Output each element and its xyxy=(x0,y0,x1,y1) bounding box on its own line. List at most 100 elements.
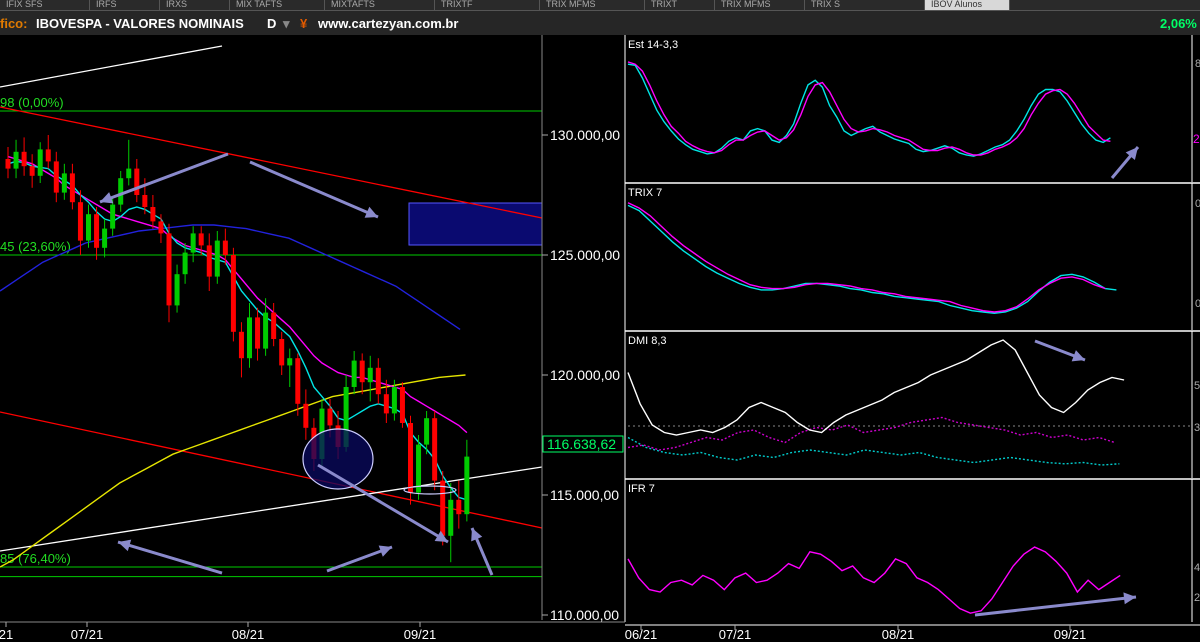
trix-right-tick: 0 xyxy=(1195,198,1200,210)
candle-body xyxy=(464,456,470,515)
candle-body xyxy=(166,233,172,306)
daily-change-value: 2,06% xyxy=(1160,16,1197,31)
time-tick-label-right: 07/21 xyxy=(719,627,752,642)
tab-9[interactable]: TRIX S xyxy=(805,0,925,10)
candle-body xyxy=(69,173,75,203)
indicator-panel-trix xyxy=(625,183,1200,330)
time-tick-label-right: 06/21 xyxy=(625,627,658,642)
candle-body xyxy=(13,151,19,169)
candle-body xyxy=(174,274,180,306)
candle-body xyxy=(158,221,164,234)
candle-body xyxy=(448,499,454,536)
candle-body xyxy=(53,161,59,193)
price-tick-label: 130.000,00 xyxy=(550,127,620,143)
candle-body xyxy=(190,233,196,253)
tab-7[interactable]: TRIXT xyxy=(645,0,715,10)
time-tick-label: 08/21 xyxy=(232,627,265,642)
tab-3[interactable]: MIX TAFTS xyxy=(230,0,325,10)
candle-body xyxy=(263,312,269,349)
price-tick-label: 125.000,00 xyxy=(550,247,620,263)
period-label: D xyxy=(267,16,277,31)
candle-body xyxy=(77,202,83,241)
candle-body xyxy=(37,149,43,176)
chart-title-bar: fico: IBOVESPA - VALORES NOMINAIS D ▾ ¥ … xyxy=(0,11,1200,35)
candle-body xyxy=(222,240,228,255)
candle-body xyxy=(126,168,132,179)
tab-6[interactable]: TRIX MFMS xyxy=(540,0,645,10)
chart-canvas[interactable]: 98 (0,00%) 45 (23,60%) 85 (76,40%) 130.000,… xyxy=(0,35,1200,642)
ma-cyan-line xyxy=(7,160,468,501)
time-tick-label: 07/21 xyxy=(71,627,104,642)
indicator-panel-stoch xyxy=(625,35,1200,182)
candle-body xyxy=(271,312,277,339)
stoch-right-value: 2 xyxy=(1193,132,1200,146)
candle-body xyxy=(327,408,333,426)
candle-body xyxy=(295,358,301,404)
candle-body xyxy=(45,149,51,162)
candle-body xyxy=(247,317,252,359)
last-price-value: 116.638,62 xyxy=(547,436,616,452)
price-tick-label: 120.000,00 xyxy=(550,367,620,383)
candle-body xyxy=(94,214,100,248)
panel-title-ifr: IFR 7 xyxy=(628,483,655,495)
candle-body xyxy=(5,159,11,169)
candle-body xyxy=(359,360,365,383)
candle-body xyxy=(118,178,124,205)
highlight-ellipse-large xyxy=(302,428,374,490)
stoch-right-tick: 8 xyxy=(1195,58,1200,70)
candle-body xyxy=(279,339,285,366)
ifr-right-tick: 4 xyxy=(1194,562,1200,574)
candle-body xyxy=(238,331,244,359)
candle-body xyxy=(383,394,389,414)
candle-body xyxy=(303,403,309,428)
candle-body xyxy=(456,499,462,515)
tab-2[interactable]: IRXS xyxy=(160,0,230,10)
fibo-label: 45 (23,60%) xyxy=(0,239,71,254)
candle-body xyxy=(198,233,204,246)
tab-0[interactable]: IFIX SFS xyxy=(0,0,90,10)
fibo-label: 85 (76,40%) xyxy=(0,551,71,566)
tab-bar: IFIX SFS IRFS IRXS MIX TAFTS MIXTAFTS TRIXTF T… xyxy=(0,0,1200,11)
candle-body xyxy=(287,358,293,366)
trix-right-value: 0 xyxy=(1195,298,1200,310)
fibo-label: 98 (0,00%) xyxy=(0,95,64,110)
candle-body xyxy=(391,387,397,414)
time-tick-label-right: 09/21 xyxy=(1054,627,1087,642)
time-tick-label: 21 xyxy=(0,627,13,642)
tab-1[interactable]: IRFS xyxy=(90,0,160,10)
candle-body xyxy=(134,168,140,195)
candle-body xyxy=(367,367,373,383)
ma-magenta-line xyxy=(7,155,468,434)
price-tick-label: 115.000,00 xyxy=(550,487,619,503)
candle-body xyxy=(432,418,438,481)
panel-title-stoch: Est 14-3,3 xyxy=(628,39,678,51)
instrument-name: IBOVESPA - VALORES NOMINAIS xyxy=(36,16,244,31)
trendline-red-upper xyxy=(0,106,543,219)
arrow-left-support xyxy=(117,540,223,575)
candle-body xyxy=(440,480,446,536)
tab-4[interactable]: MIXTAFTS xyxy=(325,0,435,10)
candle-body xyxy=(102,228,108,248)
candle-body xyxy=(399,387,405,423)
candle-body xyxy=(416,444,422,493)
tab-10[interactable]: IBOV Alunos xyxy=(925,0,1010,10)
candle-body xyxy=(424,418,430,445)
dmi-right-tick: 5 xyxy=(1194,380,1200,392)
title-prefix: fico: xyxy=(0,16,28,31)
period-dropdown-icon[interactable]: ▾ xyxy=(283,16,290,32)
tab-8[interactable]: TRIX MFMS xyxy=(715,0,805,10)
candle-body xyxy=(86,214,91,241)
trendline-white-upper xyxy=(0,45,223,88)
time-tick-label-right: 08/21 xyxy=(882,627,915,642)
indicator-panel-ifr xyxy=(625,479,1200,624)
price-axis-bg xyxy=(542,35,625,620)
website-label: www.cartezyan.com.br xyxy=(318,16,459,31)
candle-body xyxy=(150,207,156,222)
candle-body xyxy=(214,240,220,277)
dmi-right-tick2: 3 xyxy=(1194,422,1200,434)
candle-body xyxy=(21,151,27,167)
arrow-down-right-1 xyxy=(249,160,379,219)
candle-body xyxy=(255,317,261,349)
tab-5[interactable]: TRIXTF xyxy=(435,0,540,10)
candle-body xyxy=(230,255,236,332)
